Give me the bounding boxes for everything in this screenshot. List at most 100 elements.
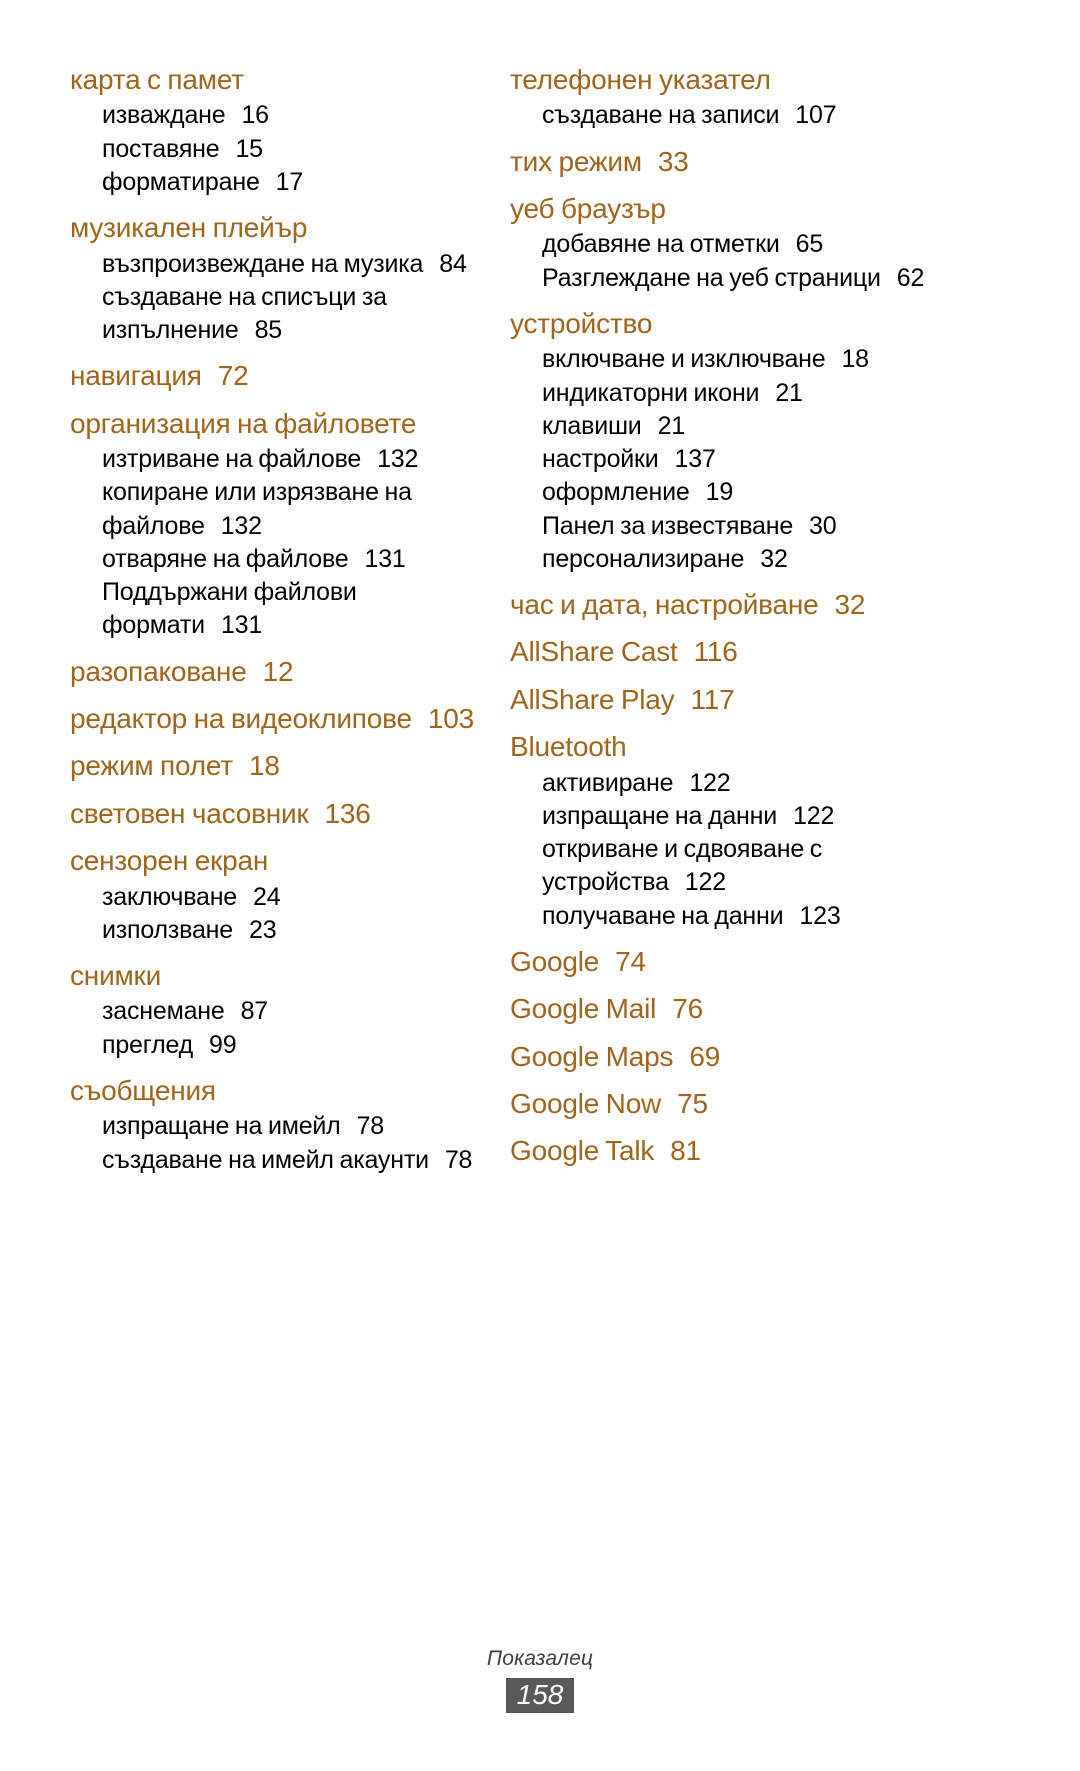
index-subentry-label: изпращане на данни <box>542 801 778 830</box>
index-subentry[interactable]: изпращане на имейл 78 <box>70 1110 500 1143</box>
index-subentry[interactable]: създаване на списъци за изпълнение 85 <box>70 281 500 348</box>
index-group: телефонен указател създаване на записи 107 <box>510 62 940 133</box>
index-subentry[interactable]: създаване на имейл акаунти 78 <box>70 1144 500 1177</box>
index-heading[interactable]: телефонен указател <box>510 62 940 98</box>
index-heading-label: карта с памет <box>70 64 244 95</box>
index-group: AllShare Cast 116 <box>510 634 940 670</box>
index-heading[interactable]: AllShare Play 117 <box>510 682 940 718</box>
index-heading[interactable]: организация на файловете <box>70 406 500 442</box>
index-heading-label: устройство <box>510 307 653 339</box>
index-group: разопаковане 12 <box>70 654 500 690</box>
index-subentry-page: 65 <box>795 230 824 259</box>
index-heading[interactable]: музикален плейър <box>70 210 500 246</box>
index-subentry[interactable]: Разглеждане на уеб страници 62 <box>510 262 940 295</box>
index-subentry[interactable]: форматиране 17 <box>70 166 500 199</box>
page-footer: Показалец 158 <box>0 1647 1080 1713</box>
index-heading[interactable]: тих режим 33 <box>510 144 940 180</box>
index-heading[interactable]: световен часовник 136 <box>70 796 500 832</box>
index-heading[interactable]: снимки <box>70 958 500 994</box>
index-subentry-label: индикаторни икони <box>542 378 760 407</box>
index-subentry-page: 123 <box>799 901 841 930</box>
index-heading-page: 32 <box>834 589 866 621</box>
index-subentry[interactable]: копиране или изрязване на файлове 132 <box>70 476 500 543</box>
index-heading[interactable]: разопаковане 12 <box>70 654 500 690</box>
index-subentry-page: 62 <box>896 263 925 292</box>
index-heading[interactable]: уеб браузър <box>510 191 940 227</box>
index-subentry[interactable]: възпроизвеждане на музика 84 <box>70 248 500 281</box>
index-group: Bluetooth активиране 122 изпращане на данни… <box>510 729 940 933</box>
index-subentry[interactable]: клавиши 21 <box>510 410 940 443</box>
index-subentry[interactable]: персонализиране 32 <box>510 543 940 576</box>
index-subentry[interactable]: изтриване на файлове 132 <box>70 443 500 476</box>
index-heading-label: режим полет <box>70 750 233 782</box>
index-heading-label: навигация <box>70 360 202 392</box>
index-heading-label: сензорен екран <box>70 845 269 877</box>
index-subentry-list: изтриване на файлове 132 копиране или изря… <box>70 443 500 643</box>
index-subentry[interactable]: добавяне на отметки 65 <box>510 228 940 261</box>
index-heading-label: музикален плейър <box>70 212 308 244</box>
index-heading-page: 33 <box>657 145 689 177</box>
index-heading[interactable]: Google 74 <box>510 944 940 980</box>
index-subentry[interactable]: Панел за известяване 30 <box>510 510 940 543</box>
index-subentry-label: активиране <box>542 768 674 797</box>
index-heading[interactable]: Google Maps 69 <box>510 1039 940 1075</box>
index-subentry-list: изпращане на имейл 78 създаване на имейл а… <box>70 1110 500 1177</box>
index-subentry-list: създаване на записи 107 <box>510 99 940 132</box>
index-subentry-page: 78 <box>356 1112 385 1141</box>
index-subentry[interactable]: оформление 19 <box>510 476 940 509</box>
index-subentry-label: отваряне на файлове <box>102 544 349 573</box>
index-subentry[interactable]: отваряне на файлове 131 <box>70 543 500 576</box>
index-subentry[interactable]: преглед 99 <box>70 1029 500 1062</box>
index-heading[interactable]: сензорен екран <box>70 843 500 879</box>
index-subentry-page: 122 <box>689 768 731 797</box>
index-subentry[interactable]: заснемане 87 <box>70 995 500 1028</box>
index-subentry[interactable]: създаване на записи 107 <box>510 99 940 132</box>
index-heading[interactable]: режим полет 18 <box>70 748 500 784</box>
index-heading-page: 116 <box>693 636 738 668</box>
index-heading[interactable]: устройство <box>510 306 940 342</box>
index-subentry[interactable]: настройки 137 <box>510 443 940 476</box>
index-subentry[interactable]: откриване и сдвояване с устройства 122 <box>510 833 940 900</box>
index-group: съобщения изпращане на имейл 78 създаване н… <box>70 1073 500 1177</box>
index-group: сензорен екран заключване 24 използване 23 <box>70 843 500 947</box>
index-heading-label: уеб браузър <box>510 193 666 225</box>
index-subentry[interactable]: използване 23 <box>70 914 500 947</box>
index-subentry[interactable]: Поддържани файлови формати 131 <box>70 576 500 643</box>
index-subentry[interactable]: заключване 24 <box>70 881 500 914</box>
index-group: уеб браузър добавяне на отметки 65 Разглежд… <box>510 191 940 295</box>
index-subentry[interactable]: поставяне 15 <box>70 133 500 166</box>
index-columns: карта с памет изваждане 16 поставяне 15 форма… <box>70 62 1010 1188</box>
index-subentry[interactable]: изпращане на данни 122 <box>510 800 940 833</box>
index-heading[interactable]: съобщения <box>70 1073 500 1109</box>
index-subentry-page: 132 <box>220 511 262 540</box>
index-group: навигация 72 <box>70 358 500 394</box>
index-group: Google 74 <box>510 944 940 980</box>
index-subentry[interactable]: изваждане 16 <box>70 99 500 132</box>
index-subentry[interactable]: получаване на данни 123 <box>510 900 940 933</box>
index-heading[interactable]: Google Mail 76 <box>510 991 940 1027</box>
index-heading-label: разопаковане <box>70 655 247 687</box>
index-subentry-page: 132 <box>377 445 419 474</box>
index-heading[interactable]: Google Talk 81 <box>510 1133 940 1169</box>
index-subentry[interactable]: индикаторни икони 21 <box>510 377 940 410</box>
index-group: световен часовник 136 <box>70 796 500 832</box>
index-group: Google Maps 69 <box>510 1039 940 1075</box>
index-heading[interactable]: редактор на видеоклипове 103 <box>70 701 500 737</box>
index-heading[interactable]: карта с памет <box>70 62 500 98</box>
index-subentry[interactable]: включване и изключване 18 <box>510 343 940 376</box>
index-subentry-list: активиране 122 изпращане на данни 122 открив… <box>510 767 940 933</box>
index-subentry-label: форматиране <box>102 167 260 196</box>
index-subentry-page: 85 <box>254 316 283 345</box>
index-heading[interactable]: час и дата, настройване 32 <box>510 587 940 623</box>
index-subentry-page: 24 <box>253 882 281 911</box>
index-heading[interactable]: AllShare Cast 116 <box>510 634 940 670</box>
index-subentry-label: добавяне на отметки <box>542 230 780 259</box>
index-subentry[interactable]: активиране 122 <box>510 767 940 800</box>
index-subentry-label: оформление <box>542 478 690 507</box>
index-heading-label: Google Now <box>510 1088 662 1120</box>
index-heading[interactable]: Google Now 75 <box>510 1086 940 1122</box>
index-heading[interactable]: Bluetooth <box>510 729 940 765</box>
index-heading-label: Google <box>510 945 600 977</box>
index-group: организация на файловете изтриване на фай… <box>70 406 500 643</box>
index-heading[interactable]: навигация 72 <box>70 358 500 394</box>
